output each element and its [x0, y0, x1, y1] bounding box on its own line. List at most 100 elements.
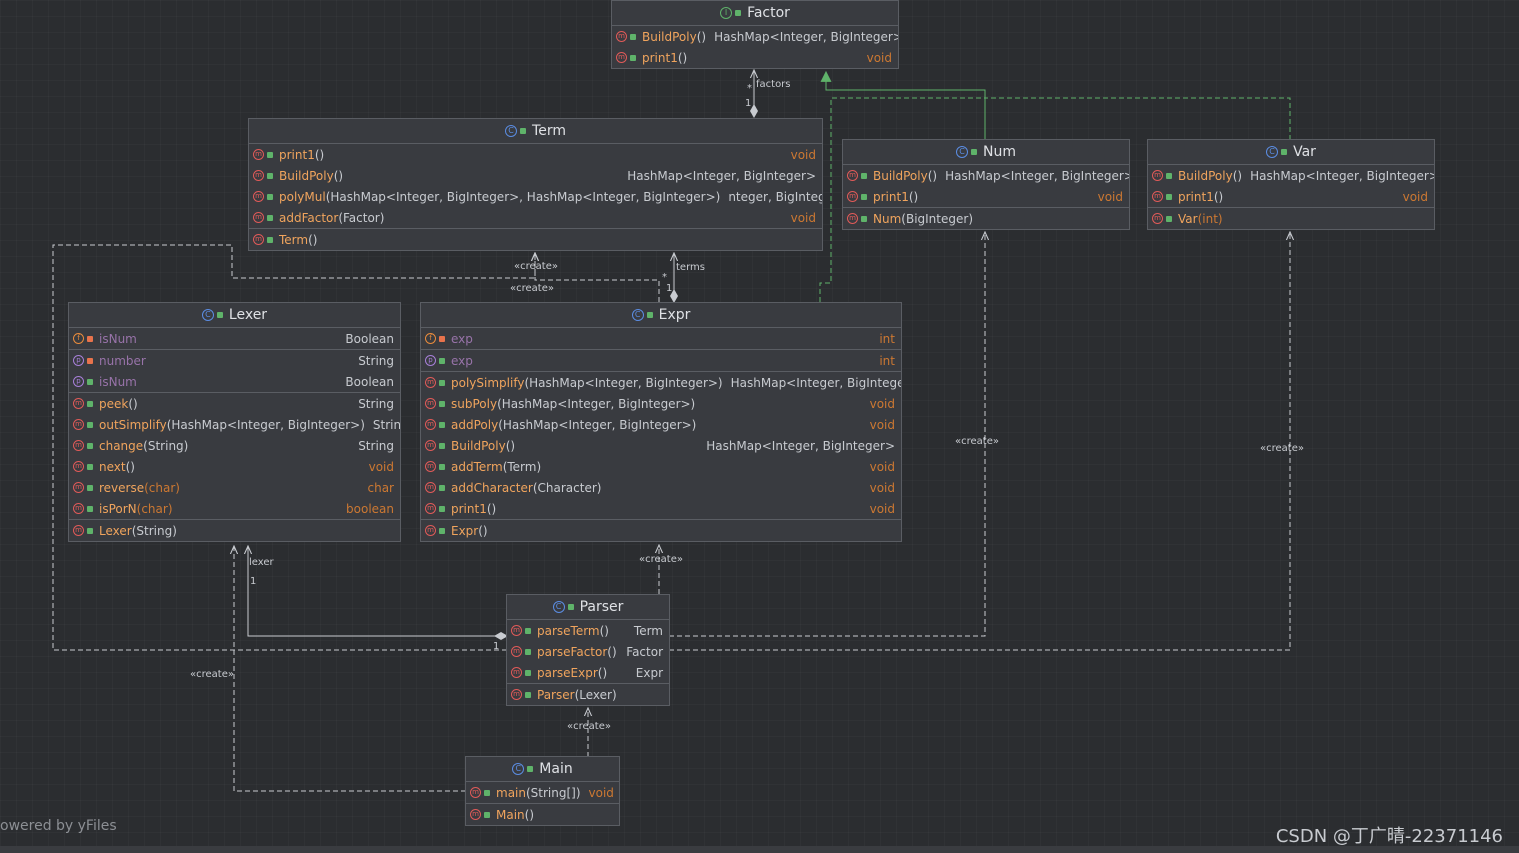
member-row[interactable]: m print1 () void: [1148, 186, 1434, 207]
member-row[interactable]: m BuildPoly() HashMap<Integer, BigInteger>: [1148, 165, 1434, 186]
method-icon: m: [511, 667, 522, 678]
class-factor[interactable]: I Factor m BuildPoly() HashMap<Integer, Bi…: [611, 0, 899, 69]
label-lexer: lexer: [249, 557, 274, 568]
member-row[interactable]: m change (String) String: [69, 435, 400, 456]
class-parser-title: Parser: [579, 599, 624, 615]
class-factor-header[interactable]: I Factor: [612, 1, 898, 26]
property-icon: p: [425, 355, 436, 366]
public-icon: [1166, 215, 1172, 222]
public-icon: [861, 172, 867, 179]
class-term[interactable]: C Term m print1 () void m BuildPoly() HashMa…: [248, 118, 823, 251]
member-row[interactable]: m print1 () void: [421, 498, 901, 519]
member-row[interactable]: m Parser (Lexer): [507, 683, 669, 705]
public-icon: [525, 669, 531, 676]
member-row[interactable]: p number String: [69, 349, 400, 371]
class-expr[interactable]: C Expr f exp int p exp int m polySimplify (Has…: [420, 302, 902, 542]
class-main-header[interactable]: C Main: [466, 757, 619, 782]
member-row[interactable]: m print1 () void: [843, 186, 1129, 207]
member-row[interactable]: m parseTerm() Term: [507, 620, 669, 641]
public-icon: [484, 789, 490, 796]
method-icon: m: [73, 419, 84, 430]
member-row[interactable]: m addPoly (HashMap<Integer, BigInteger>) vo…: [421, 414, 901, 435]
member-row[interactable]: f isNum Boolean: [69, 328, 400, 349]
private-lock-icon: [439, 335, 445, 342]
class-var-header[interactable]: C Var: [1148, 140, 1434, 165]
public-icon: [567, 604, 574, 610]
class-main[interactable]: C Main m main (String[]) void m Main(): [465, 756, 620, 826]
method-icon: m: [73, 440, 84, 451]
class-var[interactable]: C Var m BuildPoly() HashMap<Integer, BigIn…: [1147, 139, 1435, 230]
member-row[interactable]: m BuildPoly() HashMap<Integer, BigInteger>: [421, 435, 901, 456]
public-icon: [439, 505, 445, 512]
public-icon: [646, 312, 653, 318]
class-expr-header[interactable]: C Expr: [421, 303, 901, 328]
class-main-title: Main: [539, 761, 573, 777]
mult-factors-many: *: [747, 83, 752, 94]
member-row[interactable]: m parseFactor() Factor: [507, 641, 669, 662]
class-icon: C: [505, 125, 518, 137]
member-row[interactable]: p isNum Boolean: [69, 371, 400, 392]
label-create-main-parser: «create»: [567, 721, 611, 732]
class-parser[interactable]: C Parser m parseTerm() Term m parseFactor()…: [506, 594, 670, 706]
class-lexer[interactable]: C Lexer f isNum Boolean p number String p isN…: [68, 302, 401, 542]
method-icon: m: [425, 525, 436, 536]
method-icon: m: [73, 482, 84, 493]
member-row[interactable]: m next() void: [69, 456, 400, 477]
class-icon: C: [552, 601, 565, 613]
member-row[interactable]: m BuildPoly() HashMap<Integer, BigInteger>: [612, 26, 898, 47]
member-row[interactable]: m isPorN (char) boolean: [69, 498, 400, 519]
public-icon: [439, 379, 445, 386]
member-row[interactable]: m Term(): [249, 228, 822, 250]
class-term-title: Term: [532, 123, 566, 139]
public-icon: [267, 214, 273, 221]
member-row[interactable]: m Main(): [466, 803, 619, 825]
method-icon: m: [253, 170, 264, 181]
public-icon: [1166, 172, 1172, 179]
member-row[interactable]: m Lexer (String): [69, 519, 400, 541]
member-row[interactable]: m parseExpr () Expr: [507, 662, 669, 683]
property-icon: p: [73, 376, 84, 387]
member-row[interactable]: m main (String[]) void: [466, 782, 619, 803]
member-row[interactable]: m polyMul (HashMap<Integer, BigInteger>, H…: [249, 186, 822, 207]
method-icon: m: [253, 191, 264, 202]
field-icon: f: [73, 333, 84, 344]
member-row[interactable]: m subPoly (HashMap<Integer, BigInteger>) vo…: [421, 393, 901, 414]
class-num-header[interactable]: C Num: [843, 140, 1129, 165]
class-parser-header[interactable]: C Parser: [507, 595, 669, 620]
class-num[interactable]: C Num m BuildPoly() HashMap<Integer, BigIn…: [842, 139, 1130, 230]
member-row[interactable]: m print1 () void: [249, 144, 822, 165]
method-icon: m: [253, 212, 264, 223]
class-term-header[interactable]: C Term: [249, 119, 822, 144]
public-icon: [87, 527, 93, 534]
member-row[interactable]: m addFactor (Factor) void: [249, 207, 822, 228]
member-row[interactable]: m addCharacter (Character) void: [421, 477, 901, 498]
member-row[interactable]: m print1 () void: [612, 47, 898, 68]
public-icon: [267, 172, 273, 179]
label-terms: terms: [676, 262, 705, 273]
member-row[interactable]: m polySimplify (HashMap<Integer, BigIntege…: [421, 371, 901, 393]
method-icon: m: [425, 461, 436, 472]
member-row[interactable]: m Expr(): [421, 519, 901, 541]
member-row[interactable]: m reverse (char) char: [69, 477, 400, 498]
member-row[interactable]: m peek() String: [69, 392, 400, 414]
member-row[interactable]: m Var (int): [1148, 207, 1434, 229]
yfiles-credit: owered by yFiles: [0, 818, 117, 834]
public-icon: [1281, 149, 1288, 155]
member-row[interactable]: m addTerm (Term) void: [421, 456, 901, 477]
method-icon: m: [616, 31, 627, 42]
member-row[interactable]: f exp int: [421, 328, 901, 349]
public-icon: [267, 236, 273, 243]
class-expr-title: Expr: [658, 307, 691, 323]
public-icon: [439, 463, 445, 470]
member-row[interactable]: m BuildPoly() HashMap<Integer, BigInteger>: [843, 165, 1129, 186]
member-row[interactable]: m Num (BigInteger): [843, 207, 1129, 229]
method-icon: m: [511, 689, 522, 700]
class-lexer-header[interactable]: C Lexer: [69, 303, 400, 328]
class-icon: C: [956, 146, 968, 158]
public-icon: [87, 378, 93, 385]
member-row[interactable]: m outSimplify (HashMap<Integer, BigInteger…: [69, 414, 400, 435]
method-icon: m: [470, 809, 481, 820]
member-row[interactable]: p exp int: [421, 349, 901, 371]
member-row[interactable]: m BuildPoly() HashMap<Integer, BigInteger>: [249, 165, 822, 186]
label-create-parser-term: «create»: [510, 283, 554, 294]
